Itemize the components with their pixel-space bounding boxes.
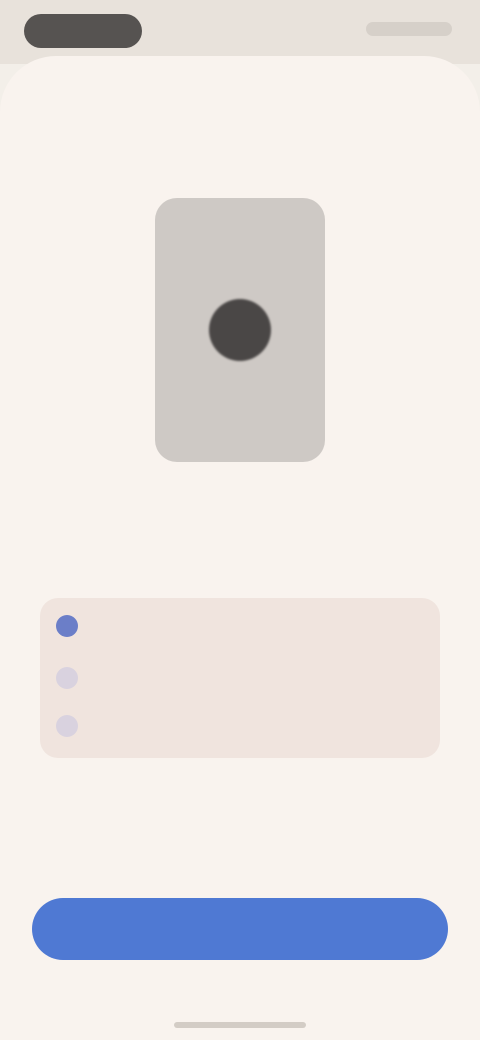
option-item-1[interactable] bbox=[56, 610, 416, 642]
status-bar bbox=[0, 0, 480, 64]
primary-action-button[interactable] bbox=[32, 898, 448, 960]
radio-selected-icon bbox=[56, 615, 78, 637]
option-item-3[interactable] bbox=[56, 710, 416, 742]
radio-icon bbox=[56, 667, 78, 689]
option-item-2[interactable] bbox=[56, 662, 416, 694]
options-list bbox=[40, 598, 440, 758]
phone-screen bbox=[0, 0, 480, 1040]
status-icons bbox=[366, 22, 452, 36]
preview-card bbox=[155, 198, 325, 462]
home-indicator[interactable] bbox=[174, 1022, 306, 1028]
circle-icon bbox=[209, 299, 271, 361]
status-time bbox=[24, 14, 142, 48]
radio-icon bbox=[56, 715, 78, 737]
